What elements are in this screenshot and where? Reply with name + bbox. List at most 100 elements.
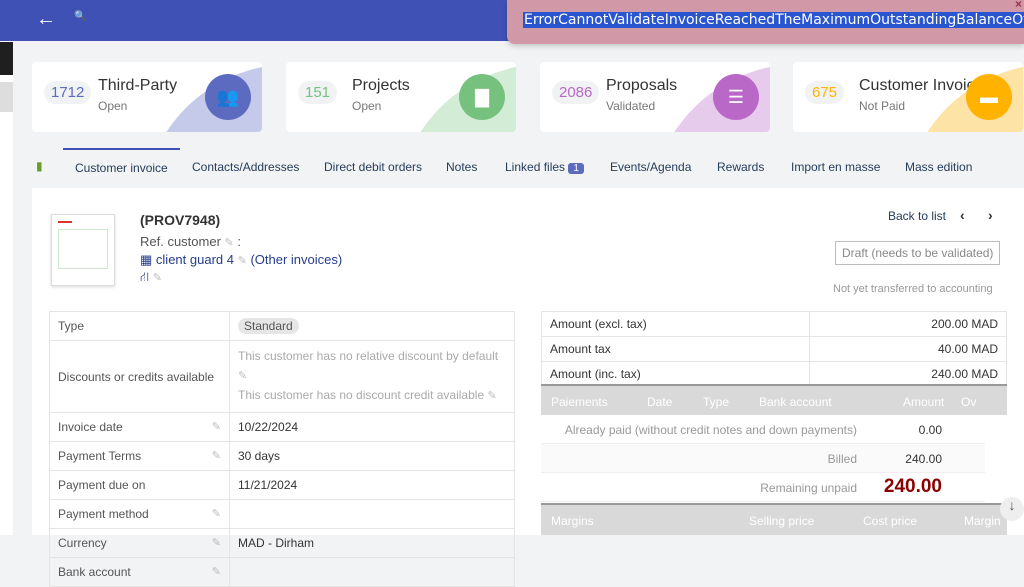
invoice-file-icon: ▮	[36, 159, 43, 173]
currency: MAD - Dirham	[229, 528, 515, 558]
tab-notes[interactable]: Notes	[446, 160, 477, 174]
error-message: ErrorCannotValidateInvoiceReachedTheMaxi…	[523, 12, 1024, 28]
card-subtitle: Open	[352, 99, 382, 113]
pencil-icon[interactable]: ✎	[212, 420, 221, 433]
payments-table: Paiements Date Type Bank account Amount …	[541, 384, 1007, 502]
field-label: Type	[49, 311, 230, 341]
pencil-icon[interactable]: ✎	[153, 272, 162, 284]
pencil-icon[interactable]: ✎	[238, 370, 247, 382]
table-row: Amount tax 40.00 MAD	[541, 336, 1008, 362]
card-title: Third-Party	[98, 77, 178, 94]
tab-linked-files[interactable]: Linked files 1	[505, 160, 584, 174]
users-icon: 👥	[205, 74, 251, 120]
pencil-icon[interactable]: ✎	[212, 507, 221, 520]
accounting-status: Not yet transferred to accounting	[833, 283, 993, 295]
other-invoices-link[interactable]: (Other invoices)	[250, 252, 342, 267]
card-count: 675	[805, 81, 845, 104]
tab-label: Linked files	[505, 160, 566, 174]
error-notification: ErrorCannotValidateInvoiceReachedTheMaxi…	[507, 0, 1024, 44]
sidebar-block	[0, 42, 13, 75]
close-icon[interactable]: ×	[1015, 0, 1022, 11]
card-subtitle: Not Paid	[859, 99, 906, 113]
previous-icon[interactable]: ‹	[960, 207, 965, 223]
stat-card[interactable]: 1712 Third-Party Open 👥	[32, 62, 262, 132]
field-label: Payment Terms	[58, 449, 142, 463]
col-header: Selling price	[749, 514, 815, 528]
col-header: Bank account	[759, 395, 832, 409]
tab-direct-debit[interactable]: Direct debit orders	[324, 160, 422, 174]
pencil-icon[interactable]: ✎	[225, 237, 234, 249]
amount-label: Amount tax	[541, 336, 810, 362]
payment-terms: 30 days	[229, 441, 515, 471]
field-label: Invoice date	[58, 420, 123, 434]
field-label: Payment due on	[49, 470, 230, 500]
discount-text: This customer has no discount credit ava…	[238, 388, 485, 402]
table-row: Discounts or credits available This custo…	[49, 340, 515, 413]
invoice-ref: (PROV7948)	[140, 212, 221, 228]
table-row: Billed 240.00	[541, 444, 985, 473]
amount-value: 200.00 MAD	[808, 311, 1008, 337]
sidebar-block	[0, 82, 13, 112]
card-count: 151	[298, 81, 338, 104]
stat-card[interactable]: 151 Projects Open ▇	[286, 62, 516, 132]
file-icon: ▇	[459, 74, 505, 120]
invoice-thumbnail[interactable]	[51, 214, 115, 286]
amounts-table: Amount (excl. tax) 200.00 MAD Amount tax 4…	[541, 311, 1008, 387]
tab-import[interactable]: Import en masse	[791, 160, 880, 174]
col-header: Ov	[961, 395, 977, 409]
table-row: Payment due on 11/21/2024	[49, 470, 515, 500]
ref-customer-label: Ref. customer	[140, 234, 221, 249]
card-title: Proposals	[606, 77, 678, 94]
folder-icon: ▬	[966, 74, 1012, 120]
colon: :	[237, 234, 242, 249]
due-date: 11/21/2024	[229, 470, 515, 500]
table-row: Already paid (without credit notes and d…	[541, 415, 985, 444]
row-value: 0.00	[918, 423, 942, 437]
pencil-icon[interactable]: ✎	[212, 565, 221, 578]
hierarchy-icon[interactable]: ⛙	[140, 269, 149, 284]
field-label: Payment method	[58, 507, 149, 521]
back-to-list-link[interactable]: Back to list	[888, 209, 946, 223]
pencil-icon[interactable]: ✎	[212, 536, 221, 549]
tab-contacts[interactable]: Contacts/Addresses	[192, 160, 299, 174]
next-icon[interactable]: ›	[988, 207, 993, 223]
pencil-icon[interactable]: ✎	[212, 449, 221, 462]
payment-method	[229, 499, 515, 529]
search-icon[interactable]: 🔍	[74, 11, 86, 22]
pencil-icon[interactable]: ✎	[238, 255, 247, 267]
col-header: Amount	[903, 395, 945, 409]
stat-card[interactable]: 675 Customer Invoic Not Paid ▬	[793, 62, 1023, 132]
invoice-panel: (PROV7948) Ref. customer ✎ : ▦ client gu…	[32, 188, 1024, 587]
tab-events[interactable]: Events/Agenda	[610, 160, 691, 174]
card-subtitle: Open	[98, 99, 128, 113]
stat-card[interactable]: 2086 Proposals Validated ☰	[540, 62, 770, 132]
tab-mass-edition[interactable]: Mass edition	[905, 160, 972, 174]
col-header: Cost price	[863, 514, 918, 528]
bank-account	[229, 557, 515, 587]
table-row: Payment Terms ✎ 30 days	[49, 441, 515, 471]
table-row: Currency ✎ MAD - Dirham	[49, 528, 515, 558]
back-arrow-icon[interactable]: ←	[36, 8, 56, 31]
field-label: Bank account	[58, 565, 131, 579]
amount-value: 240.00 MAD	[808, 361, 1008, 387]
left-sidebar	[0, 41, 13, 535]
tab-rewards[interactable]: Rewards	[717, 160, 764, 174]
field-label: Currency	[58, 536, 107, 550]
scroll-down-button[interactable]: ↓	[1000, 497, 1024, 521]
amount-label: Amount (excl. tax)	[541, 311, 810, 337]
table-row: Amount (excl. tax) 200.00 MAD	[541, 311, 1008, 337]
table-row: Invoice date ✎ 10/22/2024	[49, 412, 515, 442]
tab-customer-invoice[interactable]: Customer invoice	[63, 148, 180, 191]
type-badge: Standard	[238, 318, 299, 334]
pencil-icon[interactable]: ✎	[487, 390, 496, 402]
row-label: Remaining unpaid	[760, 481, 857, 495]
card-title: Customer Invoic	[859, 77, 975, 94]
client-link[interactable]: client guard 4	[156, 252, 234, 267]
discount-text: This customer has no relative discount b…	[238, 349, 499, 363]
col-header: Date	[647, 395, 673, 409]
field-label: Discounts or credits available	[49, 340, 230, 413]
amount-label: Amount (inc. tax)	[541, 361, 810, 387]
card-title: Projects	[352, 77, 410, 94]
table-row: Type Standard	[49, 311, 515, 341]
table-row: Payment method ✎	[49, 499, 515, 529]
